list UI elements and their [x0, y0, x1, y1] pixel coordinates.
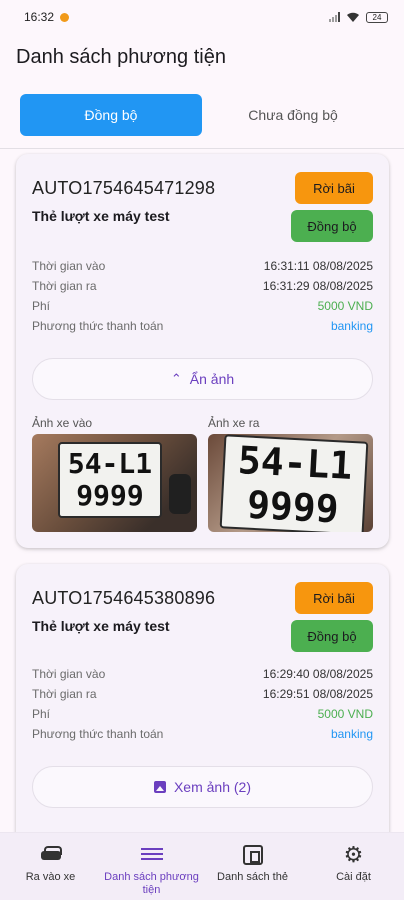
exit-photo[interactable]: 54-L1 9999 [208, 434, 373, 532]
info-value: 16:29:40 08/08/2025 [262, 667, 373, 681]
nav-item-card-list[interactable]: Danh sách thẻ [202, 833, 303, 900]
hide-images-label: Ẩn ảnh [189, 371, 235, 387]
info-row-exit-time: Thời gian ra 16:31:29 08/08/2025 [32, 276, 373, 296]
handlebar-shape [169, 474, 191, 514]
info-label: Thời gian vào [32, 667, 106, 681]
car-icon [40, 845, 62, 865]
divider [0, 148, 404, 149]
tab-unsynced[interactable]: Chưa đồng bộ [202, 94, 384, 136]
info-row-payment-method: Phương thức thanh toán banking [32, 316, 373, 336]
payment-method-value: banking [330, 319, 373, 333]
entry-photo[interactable]: 54-L1 9999 [32, 434, 197, 532]
sync-button[interactable]: Đồng bộ [291, 210, 373, 242]
sync-button[interactable]: Đồng bộ [291, 620, 373, 652]
exit-parking-button[interactable]: Rời bãi [295, 582, 373, 614]
chevron-up-icon: ⌃ [170, 371, 182, 386]
ticket-name: Thẻ lượt xe máy test [32, 208, 170, 224]
photo-out-label: Ảnh xe ra [208, 416, 260, 430]
fee-value: 5000 VND [317, 299, 373, 313]
info-row-payment-method: Phương thức thanh toán banking [32, 724, 373, 744]
plate-bottom-text: 9999 [76, 479, 144, 512]
info-value: 16:29:51 08/08/2025 [262, 687, 373, 701]
info-row-entry-time: Thời gian vào 16:31:11 08/08/2025 [32, 256, 373, 276]
nav-item-settings[interactable]: ⚙ Cài đặt [303, 833, 404, 900]
hide-images-button[interactable]: ⌃ Ẩn ảnh [32, 358, 373, 400]
status-time: 16:32 [24, 10, 55, 24]
wifi-icon [347, 12, 359, 22]
vehicle-list[interactable]: AUTO1754645471298 Thẻ lượt xe máy test R… [0, 152, 404, 832]
bottom-nav: Ra vào xe Danh sách phương tiện Danh sác… [0, 832, 404, 900]
info-label: Phương thức thanh toán [32, 319, 164, 333]
plate-top-text: 54-L1 [236, 438, 354, 488]
view-images-label: Xem ảnh (2) [173, 779, 252, 795]
info-label: Phí [32, 299, 51, 313]
info-label: Thời gian ra [32, 279, 97, 293]
fee-value: 5000 VND [317, 707, 373, 721]
info-label: Thời gian vào [32, 259, 106, 273]
card-icon [242, 845, 263, 865]
ticket-name: Thẻ lượt xe máy test [32, 618, 170, 634]
nav-label: Danh sách phương tiện [104, 871, 199, 896]
info-table: Thời gian vào 16:31:11 08/08/2025 Thời g… [32, 256, 373, 336]
nav-item-vehicle-list[interactable]: Danh sách phương tiện [101, 833, 202, 900]
photo-in-label: Ảnh xe vào [32, 416, 93, 430]
info-row-fee: Phí 5000 VND [32, 704, 373, 724]
license-plate: 54-L1 9999 [219, 434, 369, 532]
signal-icon [329, 12, 340, 22]
exit-parking-button[interactable]: Rời bãi [295, 172, 373, 204]
info-label: Phí [32, 707, 51, 721]
battery-icon: 24 [366, 11, 388, 23]
image-icon [153, 781, 166, 793]
vehicle-code: AUTO1754645471298 [32, 178, 216, 198]
tab-bar: Đồng bộ Chưa đồng bộ [20, 94, 384, 136]
view-images-button[interactable]: Xem ảnh (2) [32, 766, 373, 808]
vehicle-card: AUTO1754645380896 Thẻ lượt xe máy test R… [16, 564, 389, 832]
info-label: Phương thức thanh toán [32, 727, 164, 741]
tab-synced[interactable]: Đồng bộ [20, 94, 202, 136]
status-bar: 16:32 24 [0, 0, 404, 34]
nav-item-entry-exit[interactable]: Ra vào xe [0, 833, 101, 900]
nav-label: Cài đặt [336, 871, 371, 883]
plate-top-text: 54-L1 [67, 447, 153, 480]
status-right: 24 [329, 11, 388, 23]
info-row-fee: Phí 5000 VND [32, 296, 373, 316]
info-row-exit-time: Thời gian ra 16:29:51 08/08/2025 [32, 684, 373, 704]
page-title: Danh sách phương tiện [16, 46, 226, 68]
info-value: 16:31:29 08/08/2025 [262, 279, 373, 293]
nav-label: Ra vào xe [25, 871, 76, 883]
plate-bottom-text: 9999 [245, 482, 340, 532]
status-left: 16:32 [24, 10, 70, 24]
license-plate: 54-L1 9999 [58, 442, 162, 518]
vehicle-card: AUTO1754645471298 Thẻ lượt xe máy test R… [16, 154, 389, 548]
gear-icon: ⚙ [343, 842, 364, 867]
info-row-entry-time: Thời gian vào 16:29:40 08/08/2025 [32, 664, 373, 684]
info-value: 16:31:11 08/08/2025 [263, 259, 373, 273]
notification-dot-icon [60, 12, 70, 22]
list-icon [140, 845, 163, 865]
vehicle-code: AUTO1754645380896 [32, 588, 216, 608]
nav-label: Danh sách thẻ [217, 871, 288, 883]
payment-method-value: banking [330, 727, 373, 741]
info-label: Thời gian ra [32, 687, 97, 701]
info-table: Thời gian vào 16:29:40 08/08/2025 Thời g… [32, 664, 373, 744]
